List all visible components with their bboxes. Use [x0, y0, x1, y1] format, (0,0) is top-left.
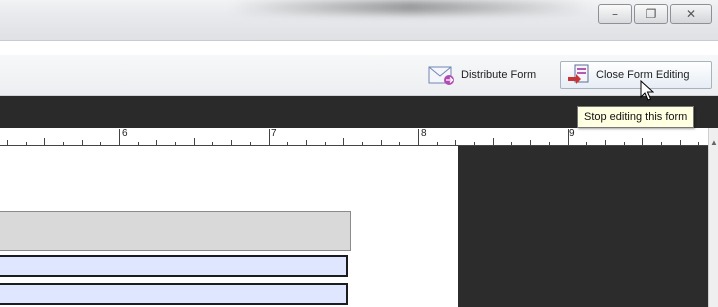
vertical-scrollbar[interactable]: ▲: [708, 128, 718, 307]
ruler-tick: [455, 140, 457, 145]
ruler-tick: [418, 129, 419, 145]
ruler-tick: [324, 142, 326, 145]
ruler-tick: [548, 142, 550, 145]
ruler-tick: [436, 142, 438, 145]
ruler-tick: [623, 142, 625, 145]
ruler-tick: [474, 142, 476, 145]
ruler-tick: [268, 129, 270, 145]
restore-icon: ❐: [645, 7, 657, 21]
ruler-tick: [137, 142, 139, 145]
close-icon: ✕: [685, 7, 697, 21]
ruler-tick: [156, 140, 158, 145]
ruler-tick: [44, 138, 46, 145]
ruler-tick: [511, 142, 513, 145]
title-bar: – ❐ ✕: [0, 0, 718, 41]
minimize-icon: –: [612, 7, 618, 21]
ruler-tick: [25, 142, 27, 145]
close-form-editing-button[interactable]: Close Form Editing: [560, 61, 712, 89]
ruler-tick: [81, 140, 83, 145]
dark-side-panel: [458, 146, 708, 307]
scroll-up-icon[interactable]: ▲: [710, 138, 718, 147]
form-text-field-1[interactable]: [0, 255, 348, 277]
forms-toolbar: Distribute Form Close Form Editing: [0, 55, 718, 96]
ruler-tick: [660, 142, 662, 145]
ruler-label-9: 9: [569, 128, 575, 139]
ruler-tick: [604, 140, 606, 145]
ruler-tick: [212, 142, 214, 145]
restore-button[interactable]: ❐: [634, 4, 668, 24]
ruler-tick: [305, 140, 307, 145]
tooltip: Stop editing this form: [577, 106, 695, 128]
distribute-form-icon: [428, 66, 454, 85]
form-table-header: [0, 211, 351, 251]
horizontal-ruler: 6 7 8 9: [0, 128, 708, 146]
minimize-button[interactable]: –: [598, 4, 632, 24]
ruler-tick: [698, 142, 700, 145]
ruler-tick: [399, 142, 401, 145]
ruler-tick: [175, 142, 177, 145]
ruler-tick: [6, 140, 8, 145]
ruler-tick: [642, 138, 644, 145]
close-window-button[interactable]: ✕: [670, 4, 712, 24]
ruler-tick: [361, 142, 363, 145]
ruler-label-6: 6: [122, 128, 128, 139]
ruler-tick: [249, 142, 251, 145]
ruler-tick: [231, 140, 233, 145]
distribute-form-label: Distribute Form: [461, 69, 537, 81]
ruler-tick: [530, 140, 532, 145]
ruler-tick: [62, 142, 64, 145]
close-form-editing-icon: [568, 64, 589, 84]
form-text-field-2[interactable]: [0, 283, 348, 305]
mouse-cursor-icon: [640, 80, 654, 101]
ruler-tick: [100, 142, 102, 145]
ruler-tick: [586, 142, 588, 145]
ruler-tick: [287, 142, 289, 145]
window-controls: – ❐ ✕: [596, 4, 712, 24]
ruler-label-7: 7: [271, 128, 277, 139]
ruler-tick: [119, 129, 120, 145]
ruler-tick: [343, 138, 345, 145]
ruler-tick: [679, 140, 681, 145]
ruler-tick: [492, 138, 494, 145]
ruler-label-8: 8: [421, 128, 427, 139]
ruler-tick: [380, 140, 382, 145]
ruler-tick: [193, 138, 195, 145]
distribute-form-button[interactable]: Distribute Form: [422, 61, 554, 89]
title-bar-sheen: [230, 0, 590, 14]
